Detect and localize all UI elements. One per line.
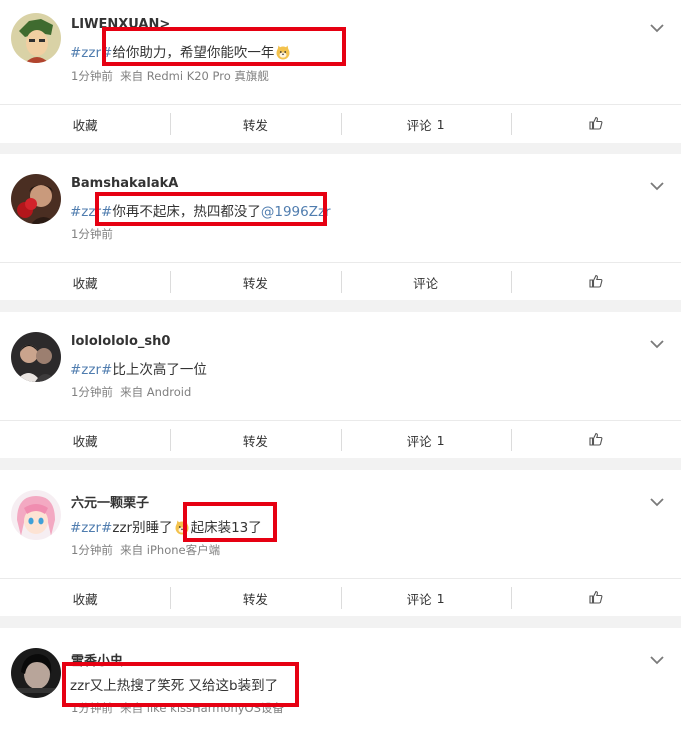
doge-icon: [275, 44, 291, 60]
action-bar: 收藏 转发 评论 1: [0, 578, 681, 617]
post-card: BamshakalakA #zzr#你再不起床，热四都没了@1996Zzr 1分…: [0, 154, 681, 300]
mention-link[interactable]: @1996Zzr: [261, 204, 331, 220]
comment-label: 评论: [413, 275, 439, 291]
post-text-continued: 起床装13了: [190, 520, 262, 536]
like-button[interactable]: [510, 421, 681, 459]
post-content: #zzr#给你助力，希望你能吹一年: [70, 41, 292, 61]
chevron-down-icon[interactable]: [649, 493, 665, 507]
chevron-down-icon[interactable]: [649, 651, 665, 665]
post-source: 来自 Redmi K20 Pro 真旗舰: [120, 69, 269, 83]
comment-button[interactable]: 评论 1: [340, 579, 511, 617]
avatar-image: [11, 490, 61, 540]
avatar[interactable]: [11, 174, 61, 224]
chevron-down-icon[interactable]: [649, 19, 665, 33]
post-time[interactable]: 1分钟前: [71, 385, 113, 399]
username[interactable]: LIWENXUAN>: [71, 17, 170, 32]
action-bar: 收藏 转发 评论 1: [0, 420, 681, 459]
post-card: 六元一颗栗子 #zzr#zzr别睡了 起床装13了 1分钟前 来自 iPhone客…: [0, 470, 681, 616]
comment-button[interactable]: 评论: [340, 263, 511, 301]
post-text: 比上次高了一位: [112, 362, 207, 378]
post-text: 你再不起床，热四都没了: [112, 204, 261, 220]
repost-label: 转发: [242, 591, 268, 607]
favorite-label: 收藏: [72, 433, 98, 449]
favorite-label: 收藏: [72, 117, 98, 133]
post-text: 给你助力，希望你能吹一年: [112, 45, 275, 61]
hashtag-link[interactable]: #zzr#: [70, 520, 112, 536]
post-text: zzr别睡了: [112, 520, 173, 536]
post-card: lololololo_sh0 #zzr#比上次高了一位 1分钟前 来自 Andr…: [0, 312, 681, 458]
like-button[interactable]: [510, 105, 681, 143]
repost-label: 转发: [242, 433, 268, 449]
avatar[interactable]: [11, 490, 61, 540]
post-content: #zzr#你再不起床，热四都没了@1996Zzr: [70, 200, 331, 220]
like-button[interactable]: [510, 579, 681, 617]
repost-label: 转发: [242, 117, 268, 133]
post-content: #zzr#比上次高了一位: [70, 358, 207, 378]
repost-button[interactable]: 转发: [170, 421, 340, 459]
action-bar: 收藏 转发 评论: [0, 262, 681, 301]
comment-label: 评论: [406, 117, 432, 133]
post-meta: 1分钟前 来自 iPhone客户端: [71, 542, 220, 558]
post-card: 雪香小虫 zzr又上热搜了笑死 又给这b装到了 1分钟前 来自 like kis…: [0, 628, 681, 734]
post-source: 来自 iPhone客户端: [120, 543, 221, 557]
post-time[interactable]: 1分钟前: [71, 543, 113, 557]
post-text: zzr又上热搜了笑死 又给这b装到了: [70, 678, 279, 694]
post-time[interactable]: 1分钟前: [71, 227, 113, 241]
avatar-image: [11, 13, 61, 63]
favorite-button[interactable]: 收藏: [0, 263, 170, 301]
hashtag-link[interactable]: #zzr#: [70, 362, 112, 378]
post-source: 来自 like kissHarmonyOS设备: [120, 701, 284, 715]
repost-button[interactable]: 转发: [170, 263, 340, 301]
username[interactable]: 六元一颗栗子: [71, 492, 149, 511]
post-meta: 1分钟前 来自 like kissHarmonyOS设备: [71, 700, 284, 716]
avatar-image: [11, 648, 61, 698]
post-meta: 1分钟前 来自 Android: [71, 384, 191, 400]
avatar[interactable]: [11, 332, 61, 382]
favorite-button[interactable]: 收藏: [0, 421, 170, 459]
chevron-down-icon[interactable]: [649, 177, 665, 191]
avatar-image: [11, 174, 61, 224]
favorite-button[interactable]: 收藏: [0, 105, 170, 143]
hashtag-link[interactable]: #zzr#: [70, 45, 112, 61]
post-source: 来自 Android: [120, 385, 192, 399]
comment-count: 1: [436, 432, 445, 448]
avatar[interactable]: [11, 13, 61, 63]
repost-button[interactable]: 转发: [170, 105, 340, 143]
post-time[interactable]: 1分钟前: [71, 701, 113, 715]
thumbs-up-icon: [589, 116, 603, 133]
repost-label: 转发: [242, 275, 268, 291]
favorite-label: 收藏: [72, 275, 98, 291]
post-content: zzr又上热搜了笑死 又给这b装到了: [70, 674, 278, 694]
hashtag-link[interactable]: #zzr#: [70, 204, 112, 220]
favorite-label: 收藏: [72, 591, 98, 607]
action-bar: 收藏 转发 评论 1: [0, 104, 681, 143]
comment-button[interactable]: 评论 1: [340, 421, 511, 459]
comment-button[interactable]: 评论 1: [340, 105, 511, 143]
thumbs-up-icon: [589, 274, 603, 291]
post-card: LIWENXUAN> #zzr#给你助力，希望你能吹一年 1分钟前 来自 Red…: [0, 0, 681, 143]
chevron-down-icon[interactable]: [649, 335, 665, 349]
comment-count: 1: [436, 116, 445, 132]
thumbs-up-icon: [589, 432, 603, 449]
comment-label: 评论: [406, 433, 432, 449]
avatar[interactable]: [11, 648, 61, 698]
post-meta: 1分钟前 来自 Redmi K20 Pro 真旗舰: [71, 68, 269, 84]
like-button[interactable]: [510, 263, 681, 301]
favorite-button[interactable]: 收藏: [0, 579, 170, 617]
username[interactable]: lololololo_sh0: [71, 334, 170, 349]
post-meta: 1分钟前: [71, 226, 113, 242]
doge-icon: [174, 519, 190, 535]
username[interactable]: BamshakalakA: [71, 176, 178, 191]
username[interactable]: 雪香小虫: [71, 650, 123, 669]
post-time[interactable]: 1分钟前: [71, 69, 113, 83]
thumbs-up-icon: [589, 590, 603, 607]
post-content: #zzr#zzr别睡了 起床装13了: [70, 516, 262, 536]
comment-label: 评论: [406, 591, 432, 607]
avatar-image: [11, 332, 61, 382]
repost-button[interactable]: 转发: [170, 579, 340, 617]
comment-feed: LIWENXUAN> #zzr#给你助力，希望你能吹一年 1分钟前 来自 Red…: [0, 0, 681, 734]
comment-count: 1: [436, 590, 445, 606]
